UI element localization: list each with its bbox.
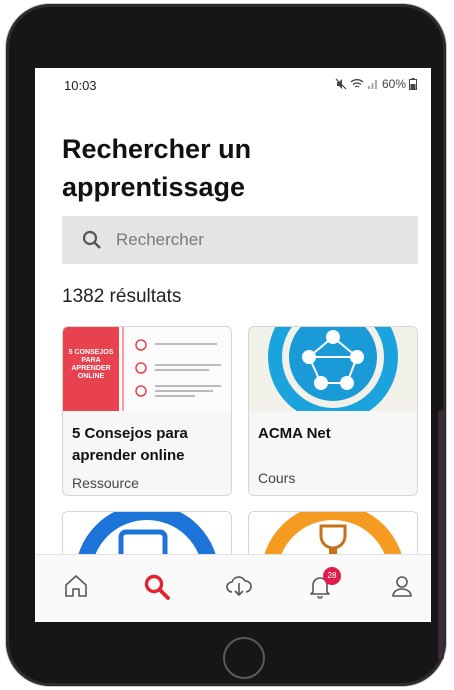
status-icons: 60% xyxy=(335,77,417,91)
tab-downloads[interactable] xyxy=(225,573,255,603)
battery-level: 60% xyxy=(381,77,406,91)
wifi-icon xyxy=(350,79,364,88)
bottom-tab-bar: 28 xyxy=(35,554,431,622)
thumbnail-slide-list xyxy=(119,327,231,411)
results-count: 1382 résultats xyxy=(62,286,182,307)
device-home-button[interactable] xyxy=(223,637,265,679)
tab-notifications[interactable]: 28 xyxy=(307,567,341,603)
app-screen: 10:03 60% Rechercher un apprentissage Re… xyxy=(35,68,431,622)
tab-home[interactable] xyxy=(63,573,93,603)
tablet-side-edge xyxy=(438,410,444,660)
download-cloud-icon xyxy=(226,576,252,597)
notification-badge: 28 xyxy=(323,567,341,585)
result-card[interactable]: 5 CONSEJOS PARA APRENDER ONLINE 5 Consej… xyxy=(62,326,232,496)
page-title: Rechercher un apprentissage xyxy=(62,134,252,202)
result-card[interactable]: ACMA Net Cours xyxy=(248,326,418,496)
slide-list-graphic xyxy=(122,327,221,411)
card-thumbnail: 5 CONSEJOS PARA APRENDER ONLINE xyxy=(63,327,231,411)
card-title: 5 Consejos para aprender online xyxy=(72,425,188,464)
search-icon xyxy=(144,574,170,600)
search-input[interactable]: Rechercher xyxy=(116,230,204,250)
battery-icon xyxy=(409,78,417,90)
tab-profile[interactable] xyxy=(389,573,419,603)
card-type: Ressource xyxy=(72,475,139,491)
card-title: ACMA Net xyxy=(258,425,331,442)
tab-search[interactable] xyxy=(143,573,173,603)
status-time: 10:03 xyxy=(64,78,97,93)
search-icon xyxy=(82,230,101,249)
card-thumbnail xyxy=(249,327,417,411)
search-bar[interactable]: Rechercher xyxy=(62,216,418,264)
card-type: Cours xyxy=(258,470,296,486)
mute-icon xyxy=(335,78,347,90)
profile-icon xyxy=(392,576,412,597)
status-bar: 10:03 60% xyxy=(35,68,431,104)
thumbnail-slide-cover: 5 CONSEJOS PARA APRENDER ONLINE xyxy=(63,327,119,411)
network-illustration xyxy=(268,327,398,411)
signal-icon xyxy=(367,80,377,89)
home-icon xyxy=(65,575,87,597)
thumbnail-cover-text: 5 CONSEJOS PARA APRENDER ONLINE xyxy=(68,349,114,380)
